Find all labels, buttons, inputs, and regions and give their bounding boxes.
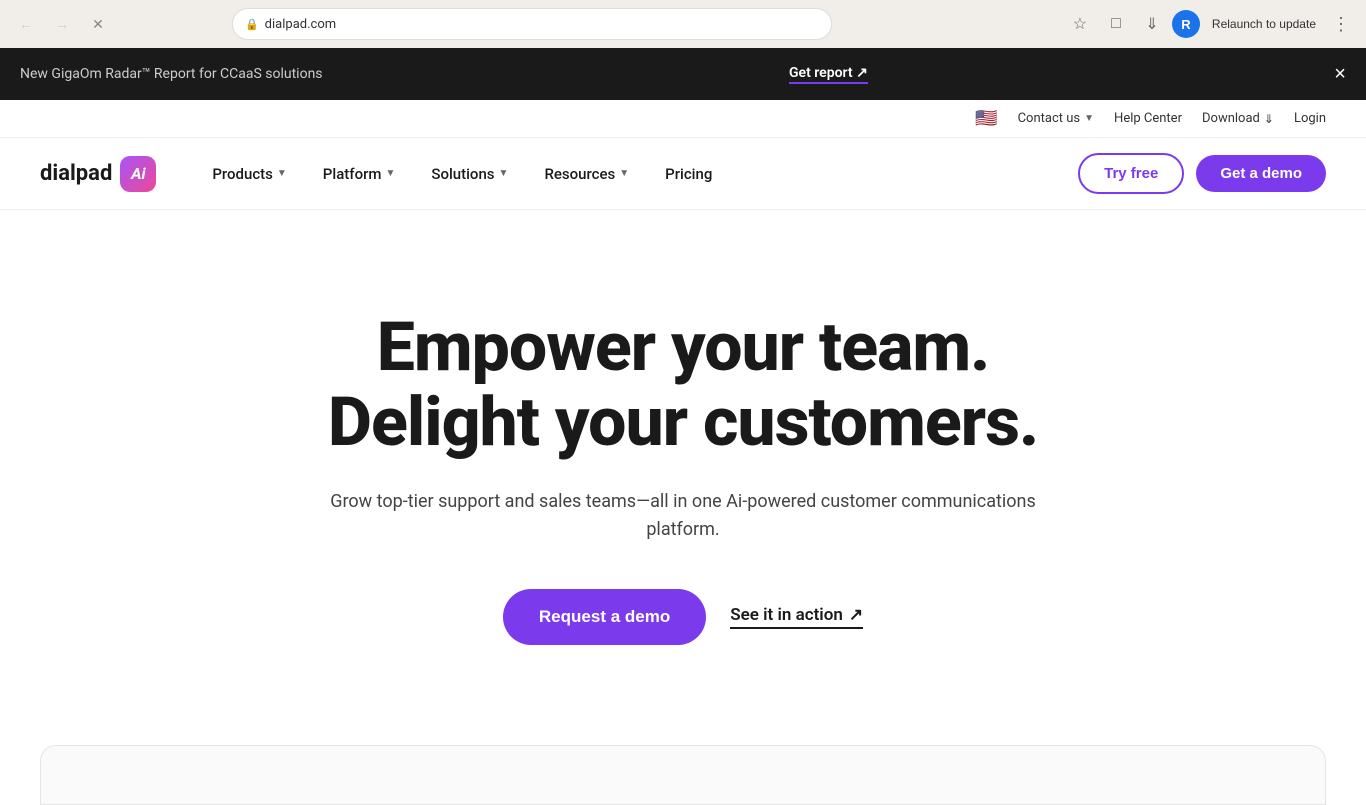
solutions-chevron-icon: ▼: [499, 168, 509, 179]
forward-button[interactable]: →: [48, 10, 76, 38]
see-action-arrow-icon: ↗: [849, 605, 863, 625]
nav-cta-area: Try free Get a demo: [1078, 153, 1326, 194]
help-center-link[interactable]: Help Center: [1114, 111, 1182, 126]
nav-links: Products ▼ Platform ▼ Solutions ▼ Resour…: [196, 157, 1078, 191]
see-action-link[interactable]: See it in action ↗: [730, 605, 863, 629]
hero-headline: Empower your team. Delight your customer…: [40, 310, 1326, 460]
back-button[interactable]: ←: [12, 10, 40, 38]
hero-headline-line2: Delight your customers.: [328, 382, 1038, 462]
announcement-link[interactable]: Get report ↗: [789, 65, 868, 84]
try-free-button[interactable]: Try free: [1078, 153, 1184, 194]
hero-cta-area: Request a demo See it in action ↗: [40, 589, 1326, 645]
extensions-button[interactable]: □: [1100, 8, 1132, 40]
address-bar[interactable]: 🔒 dialpad.com: [232, 8, 832, 40]
announcement-close-button[interactable]: ×: [1334, 64, 1346, 84]
get-demo-button[interactable]: Get a demo: [1196, 155, 1326, 192]
nav-item-platform[interactable]: Platform ▼: [307, 157, 412, 191]
flag-icon[interactable]: 🇺🇸: [975, 108, 997, 129]
contact-us-link[interactable]: Contact us ▼: [1018, 111, 1094, 126]
browser-toolbar: ← → ✕ 🔒 dialpad.com ☆ □ ⇓ R Relaunch to …: [0, 0, 1366, 48]
logo-text: dialpad: [40, 161, 112, 186]
logo[interactable]: dialpad Ai: [40, 156, 156, 192]
browser-menu-button[interactable]: ⋮: [1328, 10, 1354, 39]
hero-subtext: Grow top-tier support and sales teams—al…: [323, 488, 1043, 546]
hero-section: Empower your team. Delight your customer…: [0, 210, 1366, 705]
lock-icon: 🔒: [245, 18, 259, 31]
download-icon: ⇓: [1264, 112, 1274, 126]
profile-button[interactable]: R: [1172, 10, 1200, 38]
contact-chevron-icon: ▼: [1084, 113, 1094, 124]
logo-badge: Ai: [120, 156, 156, 192]
browser-actions: ☆ □ ⇓ R Relaunch to update ⋮: [1064, 8, 1354, 40]
login-link[interactable]: Login: [1294, 111, 1326, 126]
announcement-banner: New GigaOm Radar™ Report for CCaaS solut…: [0, 48, 1366, 100]
logo-badge-text: Ai: [131, 164, 146, 183]
resources-chevron-icon: ▼: [619, 168, 629, 179]
announcement-text: New GigaOm Radar™ Report for CCaaS solut…: [20, 66, 323, 82]
url-text: dialpad.com: [265, 17, 819, 32]
relaunch-button[interactable]: Relaunch to update: [1204, 13, 1324, 35]
reload-button[interactable]: ✕: [84, 10, 112, 38]
bookmark-button[interactable]: ☆: [1064, 8, 1096, 40]
download-button[interactable]: ⇓: [1136, 8, 1168, 40]
main-nav: dialpad Ai Products ▼ Platform ▼ Solutio…: [0, 138, 1366, 210]
browser-chrome: ← → ✕ 🔒 dialpad.com ☆ □ ⇓ R Relaunch to …: [0, 0, 1366, 48]
products-chevron-icon: ▼: [277, 168, 287, 179]
nav-item-pricing[interactable]: Pricing: [649, 157, 728, 191]
nav-item-solutions[interactable]: Solutions ▼: [415, 157, 524, 191]
nav-item-resources[interactable]: Resources ▼: [528, 157, 645, 191]
nav-item-products[interactable]: Products ▼: [196, 157, 302, 191]
bottom-content-card: [40, 745, 1326, 805]
utility-bar: 🇺🇸 Contact us ▼ Help Center Download ⇓ L…: [0, 100, 1366, 138]
request-demo-button[interactable]: Request a demo: [503, 589, 706, 645]
hero-headline-line1: Empower your team.: [377, 307, 990, 387]
platform-chevron-icon: ▼: [385, 168, 395, 179]
download-link[interactable]: Download ⇓: [1202, 111, 1274, 126]
